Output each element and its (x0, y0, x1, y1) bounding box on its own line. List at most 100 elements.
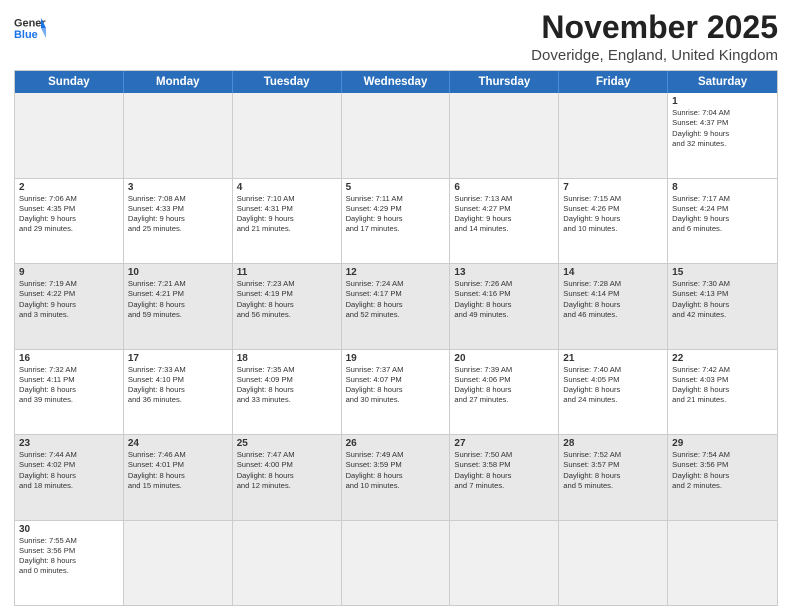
day-cell-15: 15Sunrise: 7:30 AM Sunset: 4:13 PM Dayli… (668, 264, 777, 348)
day-cell-empty (668, 521, 777, 605)
day-number: 12 (346, 267, 446, 278)
day-header-thursday: Thursday (450, 71, 559, 93)
day-number: 25 (237, 438, 337, 449)
day-header-saturday: Saturday (668, 71, 777, 93)
day-info: Sunrise: 7:47 AM Sunset: 4:00 PM Dayligh… (237, 450, 337, 491)
day-number: 20 (454, 353, 554, 364)
day-number: 16 (19, 353, 119, 364)
month-title: November 2025 (531, 10, 778, 45)
day-info: Sunrise: 7:39 AM Sunset: 4:06 PM Dayligh… (454, 365, 554, 406)
day-cell-empty (559, 521, 668, 605)
day-number: 30 (19, 524, 119, 535)
day-info: Sunrise: 7:44 AM Sunset: 4:02 PM Dayligh… (19, 450, 119, 491)
day-header-friday: Friday (559, 71, 668, 93)
day-info: Sunrise: 7:33 AM Sunset: 4:10 PM Dayligh… (128, 365, 228, 406)
week-row-1: 1Sunrise: 7:04 AM Sunset: 4:37 PM Daylig… (15, 93, 777, 177)
day-cell-7: 7Sunrise: 7:15 AM Sunset: 4:26 PM Daylig… (559, 179, 668, 263)
day-info: Sunrise: 7:54 AM Sunset: 3:56 PM Dayligh… (672, 450, 773, 491)
day-number: 22 (672, 353, 773, 364)
day-cell-20: 20Sunrise: 7:39 AM Sunset: 4:06 PM Dayli… (450, 350, 559, 434)
day-cell-21: 21Sunrise: 7:40 AM Sunset: 4:05 PM Dayli… (559, 350, 668, 434)
page: General Blue November 2025 Doveridge, En… (0, 0, 792, 612)
day-number: 17 (128, 353, 228, 364)
day-cell-19: 19Sunrise: 7:37 AM Sunset: 4:07 PM Dayli… (342, 350, 451, 434)
day-info: Sunrise: 7:50 AM Sunset: 3:58 PM Dayligh… (454, 450, 554, 491)
day-number: 29 (672, 438, 773, 449)
day-number: 2 (19, 182, 119, 193)
day-cell-5: 5Sunrise: 7:11 AM Sunset: 4:29 PM Daylig… (342, 179, 451, 263)
day-info: Sunrise: 7:28 AM Sunset: 4:14 PM Dayligh… (563, 279, 663, 320)
day-cell-13: 13Sunrise: 7:26 AM Sunset: 4:16 PM Dayli… (450, 264, 559, 348)
day-cell-empty (233, 93, 342, 177)
day-number: 1 (672, 96, 773, 107)
calendar-body: 1Sunrise: 7:04 AM Sunset: 4:37 PM Daylig… (15, 93, 777, 605)
day-info: Sunrise: 7:55 AM Sunset: 3:56 PM Dayligh… (19, 536, 119, 577)
day-cell-10: 10Sunrise: 7:21 AM Sunset: 4:21 PM Dayli… (124, 264, 233, 348)
title-area: November 2025 Doveridge, England, United… (531, 10, 778, 64)
day-number: 14 (563, 267, 663, 278)
day-number: 13 (454, 267, 554, 278)
logo-icon: General Blue (14, 14, 46, 42)
day-number: 21 (563, 353, 663, 364)
day-cell-22: 22Sunrise: 7:42 AM Sunset: 4:03 PM Dayli… (668, 350, 777, 434)
day-info: Sunrise: 7:04 AM Sunset: 4:37 PM Dayligh… (672, 108, 773, 149)
day-header-wednesday: Wednesday (342, 71, 451, 93)
day-cell-4: 4Sunrise: 7:10 AM Sunset: 4:31 PM Daylig… (233, 179, 342, 263)
day-cell-28: 28Sunrise: 7:52 AM Sunset: 3:57 PM Dayli… (559, 435, 668, 519)
day-info: Sunrise: 7:30 AM Sunset: 4:13 PM Dayligh… (672, 279, 773, 320)
day-cell-29: 29Sunrise: 7:54 AM Sunset: 3:56 PM Dayli… (668, 435, 777, 519)
day-cell-8: 8Sunrise: 7:17 AM Sunset: 4:24 PM Daylig… (668, 179, 777, 263)
day-number: 10 (128, 267, 228, 278)
day-number: 28 (563, 438, 663, 449)
day-info: Sunrise: 7:24 AM Sunset: 4:17 PM Dayligh… (346, 279, 446, 320)
day-number: 7 (563, 182, 663, 193)
day-cell-26: 26Sunrise: 7:49 AM Sunset: 3:59 PM Dayli… (342, 435, 451, 519)
day-headers: SundayMondayTuesdayWednesdayThursdayFrid… (15, 71, 777, 93)
logo: General Blue (14, 14, 46, 42)
day-number: 4 (237, 182, 337, 193)
day-info: Sunrise: 7:06 AM Sunset: 4:35 PM Dayligh… (19, 194, 119, 235)
day-number: 9 (19, 267, 119, 278)
week-row-3: 9Sunrise: 7:19 AM Sunset: 4:22 PM Daylig… (15, 263, 777, 348)
day-info: Sunrise: 7:17 AM Sunset: 4:24 PM Dayligh… (672, 194, 773, 235)
day-cell-9: 9Sunrise: 7:19 AM Sunset: 4:22 PM Daylig… (15, 264, 124, 348)
day-cell-11: 11Sunrise: 7:23 AM Sunset: 4:19 PM Dayli… (233, 264, 342, 348)
day-info: Sunrise: 7:46 AM Sunset: 4:01 PM Dayligh… (128, 450, 228, 491)
day-cell-25: 25Sunrise: 7:47 AM Sunset: 4:00 PM Dayli… (233, 435, 342, 519)
day-cell-30: 30Sunrise: 7:55 AM Sunset: 3:56 PM Dayli… (15, 521, 124, 605)
week-row-5: 23Sunrise: 7:44 AM Sunset: 4:02 PM Dayli… (15, 434, 777, 519)
day-number: 23 (19, 438, 119, 449)
day-cell-empty (342, 521, 451, 605)
day-info: Sunrise: 7:08 AM Sunset: 4:33 PM Dayligh… (128, 194, 228, 235)
day-info: Sunrise: 7:15 AM Sunset: 4:26 PM Dayligh… (563, 194, 663, 235)
day-info: Sunrise: 7:35 AM Sunset: 4:09 PM Dayligh… (237, 365, 337, 406)
day-cell-14: 14Sunrise: 7:28 AM Sunset: 4:14 PM Dayli… (559, 264, 668, 348)
day-number: 19 (346, 353, 446, 364)
day-info: Sunrise: 7:21 AM Sunset: 4:21 PM Dayligh… (128, 279, 228, 320)
day-number: 27 (454, 438, 554, 449)
day-number: 8 (672, 182, 773, 193)
day-info: Sunrise: 7:32 AM Sunset: 4:11 PM Dayligh… (19, 365, 119, 406)
day-cell-empty (450, 521, 559, 605)
day-info: Sunrise: 7:10 AM Sunset: 4:31 PM Dayligh… (237, 194, 337, 235)
day-number: 26 (346, 438, 446, 449)
day-info: Sunrise: 7:11 AM Sunset: 4:29 PM Dayligh… (346, 194, 446, 235)
day-cell-6: 6Sunrise: 7:13 AM Sunset: 4:27 PM Daylig… (450, 179, 559, 263)
week-row-4: 16Sunrise: 7:32 AM Sunset: 4:11 PM Dayli… (15, 349, 777, 434)
day-number: 24 (128, 438, 228, 449)
day-cell-empty (559, 93, 668, 177)
day-info: Sunrise: 7:19 AM Sunset: 4:22 PM Dayligh… (19, 279, 119, 320)
day-number: 18 (237, 353, 337, 364)
day-number: 15 (672, 267, 773, 278)
day-cell-empty (450, 93, 559, 177)
location: Doveridge, England, United Kingdom (531, 47, 778, 64)
day-info: Sunrise: 7:42 AM Sunset: 4:03 PM Dayligh… (672, 365, 773, 406)
day-cell-23: 23Sunrise: 7:44 AM Sunset: 4:02 PM Dayli… (15, 435, 124, 519)
day-number: 6 (454, 182, 554, 193)
day-cell-16: 16Sunrise: 7:32 AM Sunset: 4:11 PM Dayli… (15, 350, 124, 434)
day-cell-empty (124, 521, 233, 605)
day-number: 5 (346, 182, 446, 193)
day-info: Sunrise: 7:49 AM Sunset: 3:59 PM Dayligh… (346, 450, 446, 491)
day-info: Sunrise: 7:40 AM Sunset: 4:05 PM Dayligh… (563, 365, 663, 406)
day-cell-empty (15, 93, 124, 177)
